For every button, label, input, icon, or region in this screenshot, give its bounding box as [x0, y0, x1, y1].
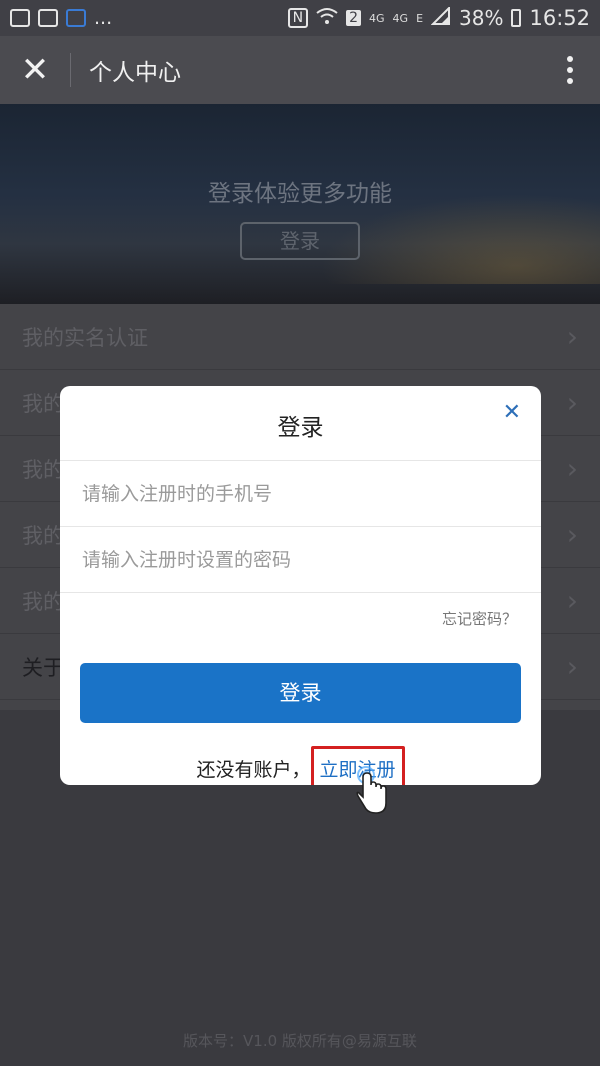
chevron-right-icon: ›: [566, 518, 578, 551]
close-button[interactable]: ✕: [0, 36, 70, 104]
chevron-right-icon: ›: [566, 584, 578, 617]
app-header: ✕ 个人中心: [0, 36, 600, 104]
menu-item-label: 我的: [22, 589, 64, 614]
password-input[interactable]: [80, 547, 521, 572]
network-4g-2: 4G: [392, 11, 409, 25]
dialog-close-button[interactable]: ✕: [503, 400, 521, 425]
phone-input[interactable]: [80, 481, 521, 506]
network-4g: 4G: [369, 11, 385, 25]
banner-login-button[interactable]: 登录: [240, 222, 360, 260]
status-bar-right: N 2 4G 4G E 38% 16:52: [287, 5, 590, 30]
menu-item-label: 我的: [22, 391, 64, 416]
skype-icon: [38, 9, 58, 27]
login-dialog: 登录 ✕ 忘记密码？ 登录 还没有账户，立即注册: [60, 386, 541, 785]
network-e: E: [416, 11, 424, 25]
password-field: [60, 526, 541, 592]
status-bar: ... N 2 4G 4G E 38% 16:52: [0, 0, 600, 36]
close-icon: ✕: [20, 50, 50, 90]
wifi-icon: [316, 7, 338, 30]
login-banner: 登录体验更多功能: [0, 104, 600, 304]
menu-item-label: 我的: [22, 523, 64, 548]
more-vertical-icon: [567, 56, 573, 62]
chevron-right-icon: ›: [566, 386, 578, 419]
signal-icon: [430, 5, 451, 30]
battery-icon: [511, 9, 522, 27]
banner-text: 登录体验更多功能: [208, 181, 392, 207]
version-footer: 版本号：V1.0 版权所有@易源互联: [183, 1032, 417, 1050]
lock-icon: [66, 9, 86, 27]
menu-item-label: 关于: [22, 655, 64, 680]
no-account-text: 还没有账户，: [196, 759, 311, 781]
register-prompt: 还没有账户， 立即注册: [60, 746, 541, 785]
status-more-dots: ...: [94, 7, 113, 29]
nfc-icon: N: [287, 8, 309, 28]
gallery-icon: [10, 9, 30, 27]
status-bar-left: ...: [10, 7, 112, 29]
menu-item-label: 我的实名认证: [22, 325, 148, 350]
chevron-right-icon: ›: [566, 320, 578, 353]
field-divider: [60, 592, 541, 593]
chevron-right-icon: ›: [566, 650, 578, 683]
phone-field: [60, 460, 541, 526]
chevron-right-icon: ›: [566, 452, 578, 485]
tap-hand-icon: [352, 765, 392, 815]
clock: 16:52: [529, 6, 590, 30]
battery-percent: 38%: [459, 6, 504, 30]
login-button[interactable]: 登录: [80, 663, 521, 723]
dialog-title: 登录: [277, 415, 324, 441]
header-divider: [70, 53, 71, 87]
more-button[interactable]: [540, 56, 600, 84]
close-icon: ✕: [502, 400, 521, 425]
forgot-password-link[interactable]: 忘记密码？: [442, 608, 517, 629]
menu-item-real-name[interactable]: 我的实名认证 ›: [0, 304, 600, 370]
sim-badge: 2: [346, 10, 361, 26]
menu-item-label: 我的: [22, 457, 64, 482]
page-title: 个人中心: [89, 60, 181, 86]
